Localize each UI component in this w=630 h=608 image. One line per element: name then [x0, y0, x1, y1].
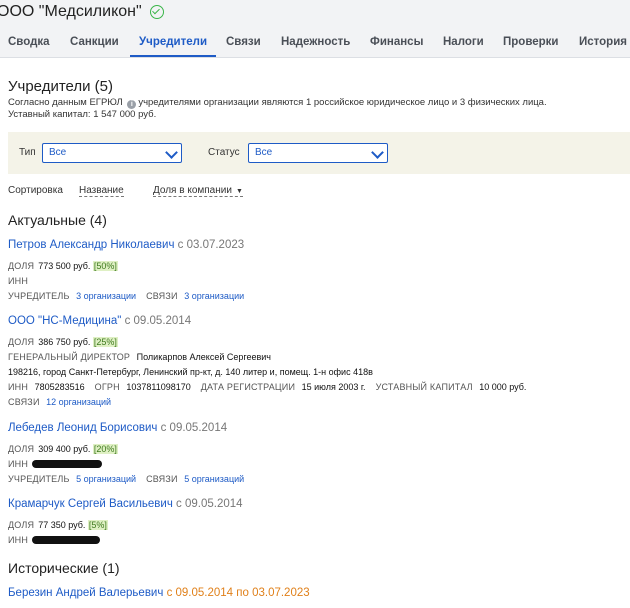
sort-by-name[interactable]: Название [79, 185, 124, 197]
inn-label: ИНН [8, 382, 29, 392]
tab-taxes[interactable]: Налоги [443, 34, 484, 58]
company-header: ООО "Медсиликон" [0, 3, 164, 21]
redacted-inn [32, 536, 101, 544]
section-description: Согласно данным ЕГРЮЛ i учредителями орга… [8, 97, 624, 121]
registration-date-label: ДАТА РЕГИСТРАЦИИ [200, 382, 296, 392]
links-link[interactable]: 5 организаций [184, 474, 244, 484]
historic-founder-entry: Березин Андрей Валерьевич с 09.05.2014 п… [8, 587, 624, 603]
founder-name-link[interactable]: Лебедев Леонид Борисович [8, 422, 157, 434]
director-name: Поликарпов Алексей Сергеевич [136, 352, 271, 362]
founder-name-link[interactable]: Березин Андрей Валерьевич [8, 587, 163, 599]
share-percent: [20%] [92, 444, 118, 454]
capital-label: УСТАВНЫЙ КАПИТАЛ [375, 382, 473, 392]
registration-date-value: 15 июля 2003 г. [301, 382, 366, 392]
share-label: ДОЛЯ [8, 337, 35, 347]
chevron-down-icon [165, 146, 178, 159]
share-percent: [25%] [92, 337, 118, 347]
share-value: 773 500 руб. [38, 261, 91, 271]
historic-founders-title: Исторические (1) [8, 560, 120, 576]
authorized-capital: Уставный капитал: 1 547 000 руб. [8, 109, 157, 120]
sort-by-share-label: Доля в компании [153, 185, 232, 196]
share-percent: [5%] [87, 520, 108, 530]
share-value: 77 350 руб. [38, 520, 86, 530]
capital-value: 10 000 руб. [479, 382, 527, 392]
links-label: СВЯЗИ [146, 291, 178, 301]
founder-of-link[interactable]: 3 организации [76, 291, 136, 301]
type-filter-select[interactable]: Все [42, 143, 182, 163]
top-bar: ООО "Медсиликон" Сводка Санкции Учредите… [0, 0, 630, 58]
sort-label: Сортировка [8, 185, 63, 196]
founder-of-link[interactable]: 5 организаций [76, 474, 136, 484]
description-prefix: Согласно данным ЕГРЮЛ [8, 97, 123, 108]
chevron-down-icon [371, 146, 384, 159]
share-value: 386 750 руб. [38, 337, 91, 347]
type-filter-value: Все [49, 147, 67, 158]
tab-history[interactable]: История [579, 34, 627, 58]
sort-by-share[interactable]: Доля в компании ▼ [153, 185, 243, 197]
inn-label: ИНН [8, 535, 29, 545]
status-filter-value: Все [255, 147, 273, 158]
sort-arrow-icon: ▼ [235, 188, 243, 195]
founder-name-link[interactable]: Петров Александр Николаевич [8, 239, 174, 251]
inn-label: ИНН [8, 459, 29, 469]
inn-label: ИНН [8, 276, 29, 286]
links-link[interactable]: 3 организации [184, 291, 244, 301]
company-name: ООО "Медсиликон" [0, 3, 142, 20]
tab-sanctions[interactable]: Санкции [70, 34, 119, 58]
company-address: 198216, город Санкт-Петербург, Ленинский… [8, 367, 373, 377]
status-filter-select[interactable]: Все [248, 143, 388, 163]
inn-value: 7805283516 [34, 382, 85, 392]
links-label: СВЯЗИ [8, 397, 40, 407]
share-percent: [50%] [92, 261, 118, 271]
founder-since: с 09.05.2014 [176, 498, 243, 510]
active-tab-indicator [130, 55, 216, 57]
tab-summary[interactable]: Сводка [8, 34, 50, 58]
share-value: 309 400 руб. [38, 444, 91, 454]
filter-panel: Тип Все Статус Все [8, 132, 630, 174]
founder-entry: ООО "НС-Медицина" с 09.05.2014 ДОЛЯ 386 7… [8, 315, 624, 410]
verified-check-icon [149, 5, 164, 19]
share-label: ДОЛЯ [8, 444, 35, 454]
founder-name-link[interactable]: ООО "НС-Медицина" [8, 315, 121, 327]
founder-since: с 09.05.2014 [124, 315, 192, 327]
founder-since: с 09.05.2014 [160, 422, 228, 434]
founder-name-link[interactable]: Крамарчук Сергей Васильевич [8, 498, 173, 510]
ogrn-value: 1037811098170 [126, 382, 191, 392]
type-filter-label: Тип [19, 147, 36, 158]
section-title: Учредители (5) [8, 78, 114, 95]
founder-of-label: УЧРЕДИТЕЛЬ [8, 291, 70, 301]
tab-bar: Сводка Санкции Учредители Связи Надежнос… [0, 34, 630, 58]
tab-links[interactable]: Связи [226, 34, 261, 58]
share-label: ДОЛЯ [8, 261, 35, 271]
status-filter-label: Статус [208, 147, 240, 158]
ogrn-label: ОГРН [94, 382, 120, 392]
tab-reliability[interactable]: Надежность [281, 34, 350, 58]
director-label: ГЕНЕРАЛЬНЫЙ ДИРЕКТОР [8, 352, 131, 362]
tab-inspections[interactable]: Проверки [503, 34, 558, 58]
current-founders-title: Актуальные (4) [8, 212, 107, 228]
founder-of-label: УЧРЕДИТЕЛЬ [8, 474, 70, 484]
links-link[interactable]: 12 организаций [46, 397, 111, 407]
share-label: ДОЛЯ [8, 520, 35, 530]
info-icon[interactable]: i [127, 100, 137, 109]
founder-since: с 03.07.2023 [177, 239, 245, 251]
description-suffix: учредителями организации являются 1 росс… [138, 97, 547, 108]
founder-entry: Крамарчук Сергей Васильевич с 09.05.2014… [8, 498, 624, 548]
links-label: СВЯЗИ [146, 474, 178, 484]
founder-entry: Лебедев Леонид Борисович с 09.05.2014 ДО… [8, 422, 624, 487]
redacted-inn [32, 460, 103, 468]
founder-entry: Петров Александр Николаевич с 03.07.2023… [8, 239, 624, 304]
founder-period: с 09.05.2014 по 03.07.2023 [166, 587, 310, 599]
tab-finance[interactable]: Финансы [370, 34, 423, 58]
